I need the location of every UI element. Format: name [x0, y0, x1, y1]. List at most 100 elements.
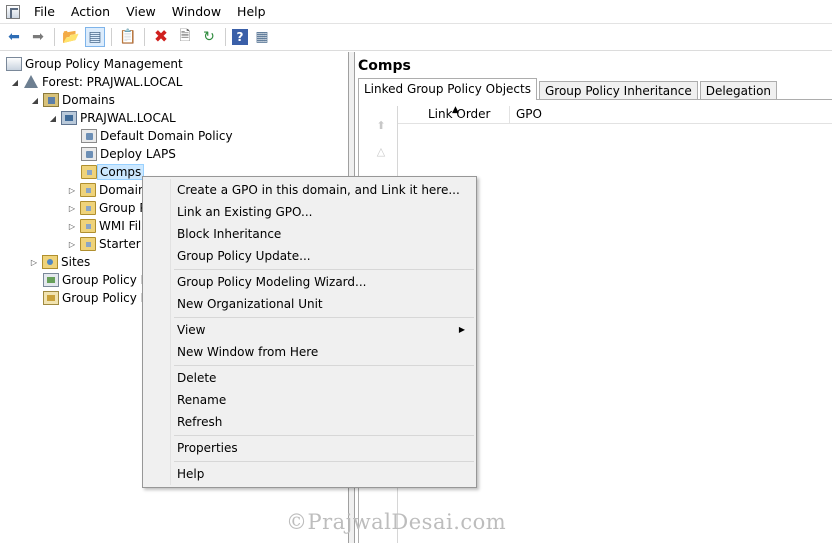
tree-item-label: Default Domain Policy: [100, 129, 233, 143]
tree-item-comps[interactable]: Comps: [81, 163, 145, 181]
toolbar-separator: [144, 28, 145, 46]
tree-item-domains[interactable]: ◢ Domains: [30, 91, 115, 109]
menu-item-create-gpo-and-link[interactable]: Create a GPO in this domain, and Link it…: [146, 179, 473, 201]
menu-item-delete[interactable]: Delete: [146, 367, 473, 389]
submenu-arrow-icon: ▶: [458, 325, 465, 334]
tree-item-label: Deploy LAPS: [100, 147, 176, 161]
tree-item-label: Sites: [61, 255, 91, 269]
expand-arrow-icon[interactable]: ▷: [67, 222, 77, 231]
tree-item-default-domain-policy[interactable]: Default Domain Policy: [81, 127, 233, 145]
menu-item-block-inheritance[interactable]: Block Inheritance: [146, 223, 473, 245]
menu-separator: [174, 317, 474, 318]
menu-item-link-existing-gpo[interactable]: Link an Existing GPO...: [146, 201, 473, 223]
tab-delegation[interactable]: Delegation: [699, 81, 778, 100]
menu-item-refresh[interactable]: Refresh: [146, 411, 473, 433]
menu-item-properties[interactable]: Properties: [146, 437, 473, 459]
menu-separator: [174, 461, 474, 462]
collapse-arrow-icon[interactable]: ◢: [48, 114, 58, 123]
delete-icon[interactable]: ✖: [151, 27, 171, 47]
tree-item-label: Forest: PRAJWAL.LOCAL: [42, 75, 183, 89]
expand-arrow-icon[interactable]: ▷: [67, 186, 77, 195]
move-up-icon[interactable]: △: [373, 146, 389, 160]
watermark: ©PrajwalDesai.com: [286, 510, 507, 534]
tree-item-label: Domains: [62, 93, 115, 107]
forward-arrow-icon[interactable]: ➡: [28, 27, 48, 47]
menu-item-modeling-wizard[interactable]: Group Policy Modeling Wizard...: [146, 271, 473, 293]
menu-separator: [174, 365, 474, 366]
tab-linked-gpos[interactable]: Linked Group Policy Objects: [358, 78, 537, 100]
tab-group-policy-inheritance[interactable]: Group Policy Inheritance: [538, 81, 698, 100]
export-list-icon[interactable]: 🗎: [175, 27, 195, 47]
tree-item-label: WMI Fil: [99, 219, 142, 233]
show-hide-action-pane-icon[interactable]: ▦: [252, 27, 272, 47]
collapse-arrow-icon[interactable]: ◢: [10, 78, 20, 87]
tree-item-starter-gpos[interactable]: ▷ Starter G: [67, 235, 154, 253]
results-icon: [43, 291, 59, 305]
menu-item-group-policy-update[interactable]: Group Policy Update...: [146, 245, 473, 267]
tree-item-domain-controllers[interactable]: ▷ Domain: [67, 181, 146, 199]
tree-item-root[interactable]: Group Policy Management: [6, 55, 183, 73]
expand-arrow-icon[interactable]: ▷: [29, 258, 39, 267]
tab-strip: Linked Group Policy Objects Group Policy…: [358, 78, 779, 100]
tree-item-wmi-filters[interactable]: ▷ WMI Fil: [67, 217, 141, 235]
folder-icon: [80, 237, 96, 251]
gpo-link-icon: [81, 129, 97, 143]
refresh-icon[interactable]: ↻: [199, 27, 219, 47]
domain-icon: [61, 111, 77, 125]
folder-icon: [80, 201, 96, 215]
expand-arrow-icon[interactable]: ▷: [67, 204, 77, 213]
tree-item-label: PRAJWAL.LOCAL: [80, 111, 176, 125]
table-header: ▲ Link Order GPO: [398, 105, 832, 124]
gpo-link-icon: [81, 147, 97, 161]
menu-item-rename[interactable]: Rename: [146, 389, 473, 411]
ou-folder-icon: [80, 183, 96, 197]
expand-arrow-icon[interactable]: ▷: [67, 240, 77, 249]
group-policy-management-icon: [6, 57, 22, 71]
menu-separator: [174, 435, 474, 436]
toolbar-separator: [54, 28, 55, 46]
menu-action[interactable]: Action: [63, 1, 118, 23]
tree-item-deploy-laps[interactable]: Deploy LAPS: [81, 145, 176, 163]
tree-item-group-policy-results[interactable]: Group Policy R: [43, 289, 149, 307]
tree-item-sites[interactable]: ▷ Sites: [29, 253, 90, 271]
back-arrow-icon[interactable]: ⬅: [4, 27, 24, 47]
up-folder-icon[interactable]: 📂: [61, 27, 81, 47]
menu-item-new-ou[interactable]: New Organizational Unit: [146, 293, 473, 315]
show-hide-tree-icon[interactable]: ▤: [85, 27, 105, 47]
tree-item-label: Group Policy Management: [25, 57, 183, 71]
help-icon[interactable]: ?: [232, 29, 248, 45]
menu-help[interactable]: Help: [229, 1, 274, 23]
toolbar-separator: [225, 28, 226, 46]
properties-icon[interactable]: 📋: [118, 27, 138, 47]
tree-item-label: Group P: [99, 201, 147, 215]
forest-icon: [23, 75, 39, 89]
link-order-controls: ⬆ △: [373, 120, 391, 172]
tree-item-group-policy-modeling[interactable]: Group Policy M: [43, 271, 151, 289]
ou-folder-icon: [81, 165, 97, 179]
column-gpo[interactable]: GPO: [510, 106, 542, 123]
page-title: Comps: [358, 58, 411, 74]
menu-item-new-window[interactable]: New Window from Here: [146, 341, 473, 363]
column-label: Link Order: [428, 107, 491, 121]
menu-window[interactable]: Window: [164, 1, 229, 23]
menu-view[interactable]: View: [118, 1, 164, 23]
column-link-order[interactable]: ▲ Link Order: [398, 105, 510, 123]
menu-separator: [174, 269, 474, 270]
gpm-app-icon[interactable]: [6, 4, 20, 19]
collapse-arrow-icon[interactable]: ◢: [30, 96, 40, 105]
menu-item-view[interactable]: View ▶: [146, 319, 473, 341]
menu-bar: File Action View Window Help: [0, 0, 832, 24]
modeling-icon: [43, 273, 59, 287]
menu-item-help[interactable]: Help: [146, 463, 473, 485]
tree-item-label: Group Policy R: [62, 291, 150, 305]
menu-file[interactable]: File: [26, 1, 63, 23]
sites-icon: [42, 255, 58, 269]
tree-item-group-policy-objects[interactable]: ▷ Group P: [67, 199, 147, 217]
tree-item-label: Domain: [99, 183, 146, 197]
menu-item-label: View: [177, 323, 206, 337]
sort-ascending-icon: ▲: [452, 105, 459, 115]
tree-item-forest[interactable]: ◢ Forest: PRAJWAL.LOCAL: [10, 73, 182, 91]
toolbar: ⬅ ➡ 📂 ▤ 📋 ✖ 🗎 ↻ ? ▦: [0, 24, 832, 51]
move-to-top-icon[interactable]: ⬆: [373, 120, 389, 134]
tree-item-domain[interactable]: ◢ PRAJWAL.LOCAL: [48, 109, 176, 127]
